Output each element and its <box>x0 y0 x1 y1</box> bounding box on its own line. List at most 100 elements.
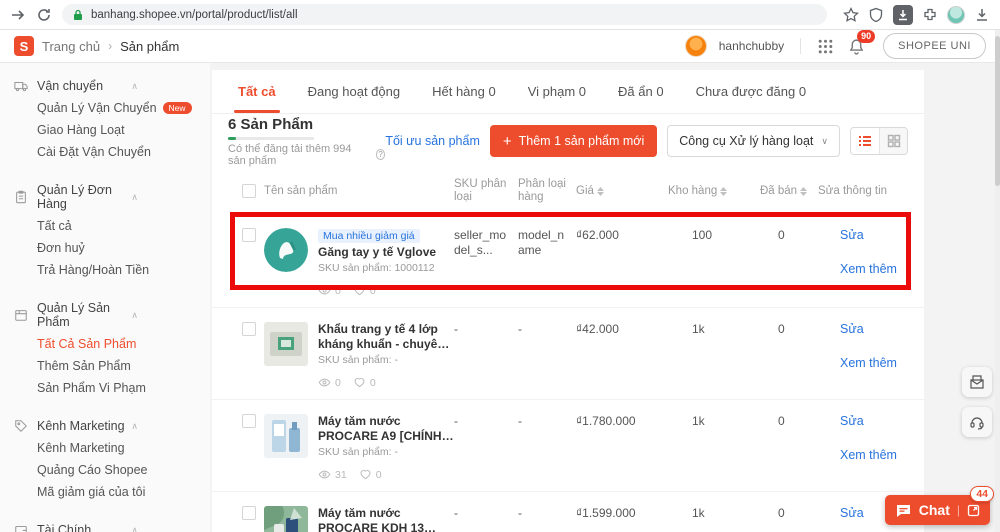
select-all-checkbox[interactable] <box>242 184 256 198</box>
variation-sku: - <box>454 414 458 428</box>
product-name[interactable]: Máy tăm nước PROCARE KDH 13 [CHÍNH HÃNG] <box>318 506 454 532</box>
batch-tools-dropdown[interactable]: Công cụ Xử lý hàng loạt ∨ <box>667 125 840 157</box>
sidebar-item-shipping-manage[interactable]: Quản Lý Vận Chuyển New <box>0 97 210 119</box>
product-image[interactable] <box>264 506 308 532</box>
breadcrumb-current: Sản phẩm <box>120 38 180 54</box>
sidebar-item-ship-settings[interactable]: Cài Đặt Vận Chuyển <box>0 141 210 163</box>
variation-sku: - <box>454 322 458 336</box>
col-sold[interactable]: Đã bán <box>760 185 818 198</box>
edit-link[interactable]: Sửa <box>840 414 914 428</box>
sidebar-header-finance[interactable]: Tài Chính ∧ <box>0 519 210 532</box>
reload-icon[interactable] <box>36 7 52 23</box>
chevron-up-icon[interactable]: ∧ <box>131 81 138 92</box>
tab-out-of-stock[interactable]: Hết hàng 0 <box>416 70 512 113</box>
more-link[interactable]: Xem thêm <box>840 262 914 276</box>
chat-unread-badge: 44 <box>970 486 994 502</box>
sidebar-item-marketing-channel[interactable]: Kênh Marketing <box>0 437 210 459</box>
grid-view-button[interactable] <box>879 128 907 154</box>
tab-unlisted[interactable]: Chưa được đăng 0 <box>680 70 823 113</box>
tab-violation[interactable]: Vi phạm 0 <box>512 70 602 113</box>
col-name: Tên sản phẩm <box>264 184 338 197</box>
edit-link[interactable]: Sửa <box>840 228 914 242</box>
chevron-up-icon[interactable]: ∧ <box>131 421 138 432</box>
page-scrollbar[interactable] <box>995 30 1000 532</box>
more-link[interactable]: Xem thêm <box>840 356 914 370</box>
scrollbar-thumb[interactable] <box>995 36 1000 186</box>
sidebar-item-shopee-ads[interactable]: Quảng Cáo Shopee <box>0 459 210 481</box>
browser-profile-avatar[interactable] <box>947 5 965 24</box>
info-icon[interactable]: ? <box>375 149 386 160</box>
sidebar-item-returns[interactable]: Trả Hàng/Hoàn Tiền <box>0 259 210 281</box>
sidebar-header-shipping[interactable]: Vận chuyển ∧ <box>0 75 210 97</box>
sidebar-item-orders-cancelled[interactable]: Đơn huỷ <box>0 237 210 259</box>
edit-link[interactable]: Sửa <box>840 322 914 336</box>
row-checkbox[interactable] <box>242 414 256 428</box>
url-bar[interactable]: banhang.shopee.vn/portal/product/list/al… <box>62 4 827 25</box>
chevron-up-icon[interactable]: ∧ <box>131 525 138 532</box>
product-image[interactable] <box>264 414 308 458</box>
product-name[interactable]: Khẩu trang y tế 4 lớp kháng khuẩn - chuy… <box>318 322 454 352</box>
extensions-puzzle-icon[interactable] <box>922 7 938 23</box>
product-sku-label: SKU sản phẩm: - <box>318 354 398 366</box>
sidebar-section-finance: Tài Chính ∧ Doanh Thu Số dư TK Shopee Tà… <box>0 519 210 532</box>
username[interactable]: hanhchubby <box>719 39 784 53</box>
sidebar-header-products[interactable]: Quản Lý Sản Phẩm ∧ <box>0 297 210 333</box>
tab-hidden[interactable]: Đã ẩn 0 <box>602 70 680 113</box>
sidebar-item-products-all[interactable]: Tất Cả Sản Phẩm <box>0 333 210 355</box>
row-checkbox[interactable] <box>242 322 256 336</box>
chevron-down-icon: ∨ <box>821 135 828 146</box>
support-widget[interactable] <box>962 407 992 437</box>
divider: | <box>956 503 960 517</box>
row-checkbox[interactable] <box>242 228 256 242</box>
like-count: 0 <box>369 376 376 389</box>
inbox-widget[interactable] <box>962 367 992 397</box>
chevron-up-icon[interactable]: ∧ <box>131 310 138 321</box>
col-price[interactable]: Giá <box>576 185 668 198</box>
apps-grid-icon[interactable] <box>817 38 834 55</box>
shield-icon[interactable] <box>868 7 884 23</box>
sidebar-header-orders[interactable]: Quản Lý Đơn Hàng ∧ <box>0 179 210 215</box>
more-link[interactable]: Xem thêm <box>840 448 914 462</box>
price-value: ₫42.000 <box>576 322 619 336</box>
product-name[interactable]: Máy tăm nước PROCARE A9 [CHÍNH HÃNG] <box>318 414 454 444</box>
sidebar-item-violation-products[interactable]: Sản Phẩm Vi Phạm <box>0 377 210 399</box>
bookmark-star-icon[interactable] <box>843 6 859 23</box>
stock-value: 1k <box>692 414 705 428</box>
chevron-up-icon[interactable]: ∧ <box>131 192 138 203</box>
product-stats: 31 0 <box>318 468 454 481</box>
row-checkbox[interactable] <box>242 506 256 520</box>
sidebar-item-add-product[interactable]: Thêm Sản Phẩm <box>0 355 210 377</box>
view-count: 31 <box>335 468 347 481</box>
list-view-button[interactable] <box>851 128 879 154</box>
add-product-button[interactable]: + Thêm 1 sản phẩm mới <box>489 125 658 157</box>
upload-quota-text: Có thể đăng tải thêm 994 sản phẩm ? <box>228 143 386 167</box>
optimize-products-link[interactable]: Tối ưu sản phẩm <box>385 134 480 148</box>
notification-bell[interactable]: 90 <box>848 29 876 55</box>
forward-icon[interactable] <box>10 7 26 23</box>
headset-icon <box>970 417 984 430</box>
product-list-card: Tất cả Đang hoạt động Hết hàng 0 Vi phạm… <box>212 70 924 532</box>
truck-icon <box>14 81 28 92</box>
product-image[interactable] <box>264 228 308 272</box>
tab-all[interactable]: Tất cả <box>222 70 292 113</box>
downloads-icon[interactable] <box>974 7 990 23</box>
heart-icon <box>354 285 365 296</box>
sidebar-item-bulk-ship[interactable]: Giao Hàng Loạt <box>0 119 210 141</box>
breadcrumb-home[interactable]: Trang chủ <box>42 39 100 54</box>
col-stock[interactable]: Kho hàng <box>668 185 760 198</box>
user-avatar[interactable] <box>684 35 707 57</box>
toolbar-left: 6 Sản Phẩm Có thể đăng tải thêm 994 sản … <box>228 116 386 167</box>
like-count: 0 <box>369 284 376 297</box>
product-name[interactable]: Găng tay y tế Vglove <box>318 245 454 260</box>
sort-icon <box>596 186 604 196</box>
tab-active[interactable]: Đang hoạt động <box>292 70 417 113</box>
shopee-uni-button[interactable]: SHOPEE UNI <box>883 33 986 59</box>
product-image[interactable] <box>264 322 308 366</box>
url-text: banhang.shopee.vn/portal/product/list/al… <box>91 8 298 21</box>
sidebar-item-my-vouchers[interactable]: Mã giảm giá của tôi <box>0 481 210 503</box>
sidebar-item-orders-all[interactable]: Tất cả <box>0 215 210 237</box>
download-active-icon[interactable] <box>893 4 913 25</box>
shopee-logo[interactable]: S <box>14 36 34 56</box>
chat-button[interactable]: Chat | 44 <box>884 486 994 525</box>
sidebar-header-marketing[interactable]: Kênh Marketing ∧ <box>0 415 210 437</box>
